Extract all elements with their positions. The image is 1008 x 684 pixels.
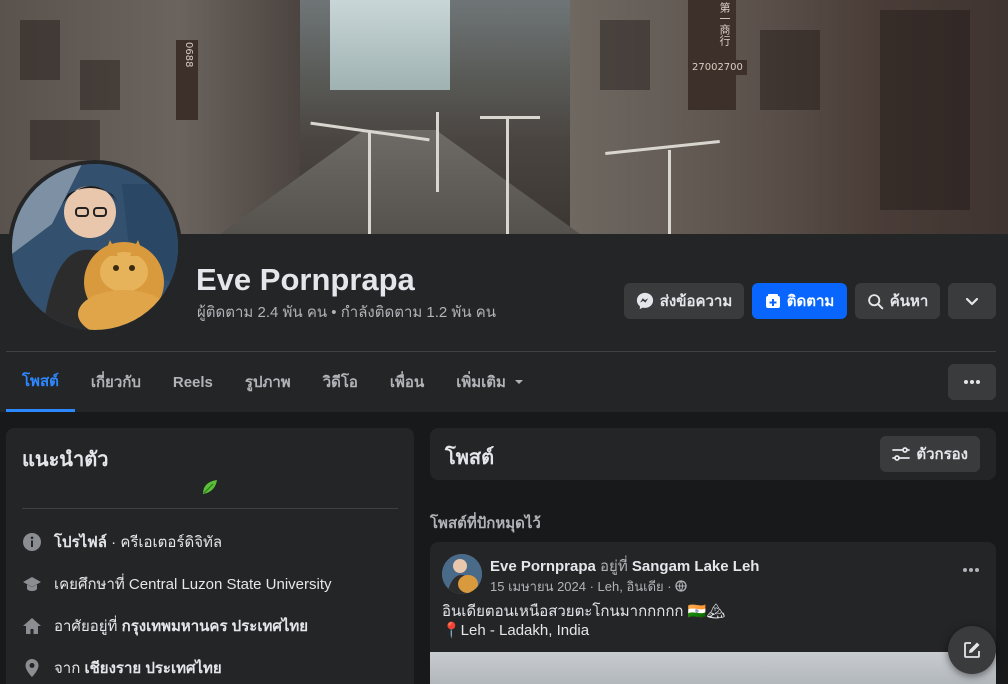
intro-profile-row: โปรไฟล์ · ครีเอเตอร์ดิจิทัล — [22, 530, 222, 554]
pinned-post: Eve Pornprapa อยู่ที่ Sangam Lake Leh 15… — [430, 542, 996, 684]
post-text: อินเดียตอนเหนือสวยตะโกนมากกกกก 🇮🇳🏔 📍Leh … — [442, 602, 725, 640]
follow-icon — [765, 294, 780, 308]
intro-card: แนะนำตัว โปรไฟล์ · ครีเอเตอร์ดิจิทัล เคย… — [6, 428, 414, 684]
tab-posts[interactable]: โพสต์ — [6, 352, 75, 412]
intro-profile-label: โปรไฟล์ — [54, 534, 107, 551]
pinned-posts-label: โพสต์ที่ปักหมุดไว้ — [430, 515, 541, 532]
search-button-label: ค้นหา — [889, 293, 929, 310]
intro-divider — [22, 508, 398, 509]
post-author-avatar[interactable] — [442, 554, 482, 594]
cover-sign: 27002700 — [688, 60, 747, 75]
tab-photos[interactable]: รูปภาพ — [229, 352, 307, 412]
compose-icon — [964, 642, 980, 658]
intro-education-school[interactable]: Central Luzon State University — [129, 576, 332, 593]
new-message-button[interactable] — [948, 626, 996, 674]
post-title: Eve Pornprapa อยู่ที่ Sangam Lake Leh — [490, 554, 759, 578]
more-dots-icon — [963, 568, 979, 572]
intro-lives-city[interactable]: กรุงเทพมหานคร ประเทศไทย — [122, 618, 308, 635]
graduation-cap-icon — [22, 574, 42, 594]
follow-button[interactable]: ติดตาม — [752, 283, 847, 319]
tab-more[interactable]: เพิ่มเติม — [440, 352, 542, 412]
cover-sign: 0688 — [176, 40, 198, 120]
posts-header-card: โพสต์ ตัวกรอง — [430, 428, 996, 480]
profile-tabs: โพสต์ เกี่ยวกับ Reels รูปภาพ วิดีโอ เพื่… — [6, 352, 542, 412]
post-place[interactable]: Sangam Lake Leh — [632, 558, 760, 575]
tab-friends[interactable]: เพื่อน — [374, 352, 440, 412]
post-meta: 15 เมษายน 2024 · Leh, อินเดีย · — [490, 576, 687, 597]
posts-title: โพสต์ — [445, 447, 495, 469]
follow-button-label: ติดตาม — [786, 293, 835, 310]
info-icon — [22, 532, 42, 552]
post-options-button[interactable] — [962, 560, 980, 578]
filter-button-label: ตัวกรอง — [916, 446, 968, 463]
more-dots-icon — [964, 380, 980, 384]
intro-from-prefix: จาก — [54, 660, 85, 677]
intro-title: แนะนำตัว — [22, 449, 109, 471]
intro-education-prefix: เคยศึกษาที่ — [54, 576, 129, 593]
filter-sliders-icon — [892, 447, 911, 461]
caret-down-icon — [514, 380, 523, 384]
intro-from-city[interactable]: เชียงราย ประเทศไทย — [84, 660, 221, 677]
post-text-line2: 📍Leh - Ladakh, India — [442, 622, 590, 639]
message-button[interactable]: ส่งข้อความ — [624, 283, 744, 319]
location-pin-icon — [22, 658, 42, 678]
profile-options-button[interactable] — [948, 283, 996, 319]
intro-education-row: เคยศึกษาที่ Central Luzon State Universi… — [22, 572, 332, 596]
home-icon — [22, 616, 42, 636]
intro-from-row: จาก เชียงราย ประเทศไทย — [22, 656, 222, 680]
profile-name: Eve Pornprapa — [196, 262, 415, 297]
leaf-icon — [203, 480, 217, 494]
globe-icon — [675, 580, 687, 592]
chevron-down-icon — [965, 297, 979, 306]
more-options-button[interactable] — [948, 364, 996, 400]
post-author-name[interactable]: Eve Pornprapa — [490, 558, 596, 575]
tab-reels[interactable]: Reels — [157, 352, 229, 412]
search-button[interactable]: ค้นหา — [855, 283, 940, 319]
profile-avatar[interactable] — [8, 160, 182, 334]
cover-sky — [330, 0, 450, 90]
intro-lives-prefix: อาศัยอยู่ที่ — [54, 618, 122, 635]
post-text-line1: อินเดียตอนเหนือสวยตะโกนมากกกกก 🇮🇳🏔 — [442, 603, 726, 620]
message-button-label: ส่งข้อความ — [659, 293, 733, 310]
intro-profile-category: · ครีเอเตอร์ดิจิทัล — [107, 534, 223, 551]
cover-sign: 第一商行 — [688, 0, 736, 110]
search-icon — [867, 293, 884, 309]
messenger-icon — [636, 292, 653, 310]
intro-lives-row: อาศัยอยู่ที่ กรุงเทพมหานคร ประเทศไทย — [22, 614, 308, 638]
tab-videos[interactable]: วิดีโอ — [307, 352, 374, 412]
follower-stats[interactable]: ผู้ติดตาม 2.4 พัน คน • กำลังติดตาม 1.2 พ… — [197, 300, 496, 324]
tab-more-label: เพิ่มเติม — [456, 374, 506, 391]
post-at-text: อยู่ที่ — [595, 558, 632, 575]
post-image[interactable] — [430, 652, 996, 684]
filter-button[interactable]: ตัวกรอง — [880, 436, 980, 472]
tab-about[interactable]: เกี่ยวกับ — [75, 352, 157, 412]
post-date-location[interactable]: 15 เมษายน 2024 · Leh, อินเดีย · — [490, 579, 675, 594]
